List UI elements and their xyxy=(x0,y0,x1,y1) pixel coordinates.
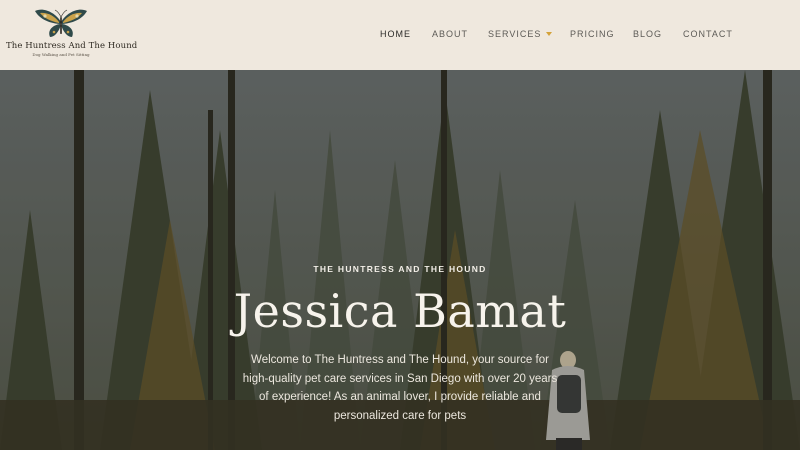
nav-services[interactable]: SERVICES xyxy=(488,29,553,39)
nav-pricing[interactable]: PRICING xyxy=(570,29,615,39)
main-nav: HOME ABOUT SERVICES PRICING BLOG CONTACT xyxy=(0,29,800,43)
hero-title: Jessica Bamat xyxy=(233,284,567,338)
nav-about[interactable]: ABOUT xyxy=(432,29,468,39)
nav-blog[interactable]: BLOG xyxy=(633,29,662,39)
nav-contact[interactable]: CONTACT xyxy=(683,29,733,39)
site-header: The Huntress And The Hound Dog Walking a… xyxy=(0,0,800,70)
chevron-down-icon xyxy=(546,32,553,36)
logo-tagline: Dog Walking and Pet Sitting xyxy=(32,52,90,57)
hero-description: Welcome to The Huntress and The Hound, y… xyxy=(242,354,558,422)
nav-services-label: SERVICES xyxy=(488,29,542,39)
nav-home[interactable]: HOME xyxy=(380,29,411,39)
hero-kicker: THE HUNTRESS AND THE HOUND xyxy=(313,264,487,274)
hero-section: THE HUNTRESS AND THE HOUND Jessica Bamat… xyxy=(0,70,800,450)
